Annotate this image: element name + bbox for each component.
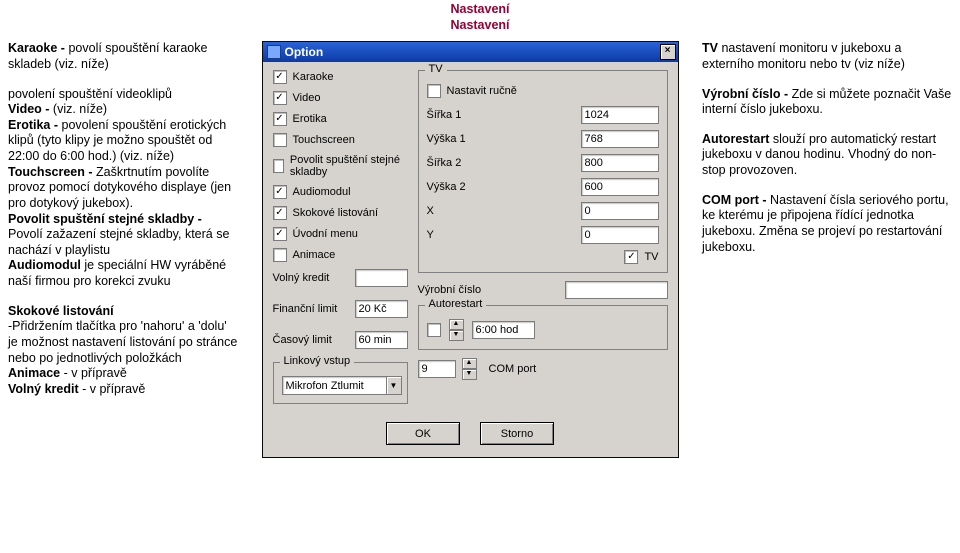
desc-tv: TV nastavení monitoru v jukeboxu a exter… <box>702 41 952 72</box>
input-sirka1[interactable]: 1024 <box>581 106 659 124</box>
checkbox-tv[interactable]: ✓ <box>624 250 638 264</box>
chk-label: Karaoke <box>293 71 334 83</box>
spin-down-icon[interactable]: ▼ <box>449 330 464 341</box>
input-x[interactable]: 0 <box>581 202 659 220</box>
option-dialog: Option × ✓ Karaoke ✓ Video ✓ Erotika Touchs… <box>262 41 679 458</box>
label-sirka2: Šířka 2 <box>427 157 575 169</box>
input-volny-kredit[interactable] <box>355 269 408 287</box>
label-vyska2: Výška 2 <box>427 181 575 193</box>
checkbox-autorestart[interactable] <box>427 323 441 337</box>
checkbox-audiomodul[interactable]: ✓ <box>273 185 287 199</box>
right-description: TV nastavení monitoru v jukeboxu a exter… <box>702 41 952 269</box>
close-icon[interactable]: × <box>660 44 676 60</box>
chk-label: Video <box>293 92 321 104</box>
checkbox-touchscreen[interactable] <box>273 133 287 147</box>
desc-karaoke: Karaoke - povolí spouštění karaoke sklad… <box>8 41 238 72</box>
desc-autorestart: Autorestart slouží pro automatický resta… <box>702 132 952 179</box>
desc-video: povolení spouštění videoklipů Video - (v… <box>8 87 238 290</box>
chk-label: Povolit spuštění stejné skladby <box>290 154 408 178</box>
checkbox-nastavit-rucne[interactable] <box>427 84 441 98</box>
chk-label: Úvodní menu <box>293 228 358 240</box>
page-title: Nastavení <box>0 18 960 34</box>
label-financni-limit: Finanční limit <box>273 303 349 315</box>
input-vyska1[interactable]: 768 <box>581 130 659 148</box>
group-tv: TV Nastavit ručně Šířka 1 1024 Výška 1 768… <box>418 70 668 273</box>
label-y: Y <box>427 229 575 241</box>
checkbox-video[interactable]: ✓ <box>273 91 287 105</box>
label-vyrobni: Výrobní číslo <box>418 284 559 296</box>
ok-button[interactable]: OK <box>386 422 460 445</box>
desc-skokove: Skokové listování -Přidržením tlačítka p… <box>8 304 238 398</box>
input-vyska2[interactable]: 600 <box>581 178 659 196</box>
input-autorestart[interactable]: 6:00 hod <box>472 321 535 339</box>
legend-autorestart: Autorestart <box>425 298 487 310</box>
checkbox-same-track[interactable] <box>273 159 284 173</box>
titlebar[interactable]: Option × <box>263 42 678 62</box>
legend-tv: TV <box>425 63 447 75</box>
desc-com: COM port - Nastavení čísla seriového por… <box>702 193 952 256</box>
desc-vyrobni: Výrobní číslo - Zde si můžete poznačit V… <box>702 87 952 118</box>
chk-label: Touchscreen <box>293 134 355 146</box>
group-linkov: Linkový vstup Mikrofon Ztlumit ▼ <box>273 362 408 404</box>
label-casovy-limit: Časový limit <box>273 334 349 346</box>
checkbox-erotika[interactable]: ✓ <box>273 112 287 126</box>
checkbox-karaoke[interactable]: ✓ <box>273 70 287 84</box>
input-financni-limit[interactable]: 20 Kč <box>355 300 408 318</box>
input-y[interactable]: 0 <box>581 226 659 244</box>
input-sirka2[interactable]: 800 <box>581 154 659 172</box>
label-volny-kredit: Volný kredit <box>273 272 349 284</box>
input-vyrobni[interactable] <box>565 281 668 299</box>
cancel-button[interactable]: Storno <box>480 422 554 445</box>
chk-label: Audiomodul <box>293 186 351 198</box>
label-sirka1: Šířka 1 <box>427 109 575 121</box>
left-description: Karaoke - povolí spouštění karaoke sklad… <box>8 41 238 411</box>
chk-label: Animace <box>293 249 336 261</box>
select-linkov[interactable]: Mikrofon Ztlumit ▼ <box>282 376 402 395</box>
spin-down-icon[interactable]: ▼ <box>462 369 477 380</box>
input-casovy-limit[interactable]: 60 min <box>355 331 408 349</box>
input-com[interactable]: 9 <box>418 360 456 378</box>
app-icon <box>267 45 281 59</box>
window-title: Option <box>285 45 324 59</box>
checkbox-uvodni[interactable]: ✓ <box>273 227 287 241</box>
legend-linkov: Linkový vstup <box>280 355 355 367</box>
checkbox-skokove[interactable]: ✓ <box>273 206 287 220</box>
group-autorestart: Autorestart ▲ ▼ 6:00 h <box>418 305 668 350</box>
chk-label: TV <box>644 251 658 263</box>
spin-up-icon[interactable]: ▲ <box>449 319 464 330</box>
checkbox-animace[interactable] <box>273 248 287 262</box>
label-vyska1: Výška 1 <box>427 133 575 145</box>
chk-label: Skokové listování <box>293 207 379 219</box>
chevron-down-icon[interactable]: ▼ <box>386 377 401 394</box>
spin-up-icon[interactable]: ▲ <box>462 358 477 369</box>
chk-label: Nastavit ručně <box>447 85 517 97</box>
chk-label: Erotika <box>293 113 327 125</box>
label-com: COM port <box>489 363 537 375</box>
label-x: X <box>427 205 575 217</box>
page-title: Nastavení <box>0 2 960 18</box>
